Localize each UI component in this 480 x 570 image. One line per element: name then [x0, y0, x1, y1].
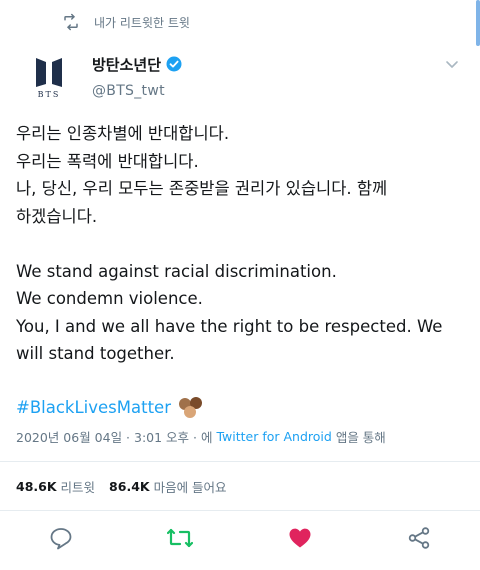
tweet-line: 우리는 인종차별에 반대합니다.	[16, 124, 230, 143]
chevron-down-icon[interactable]	[444, 56, 460, 72]
tweet-line: 우리는 폭력에 반대합니다.	[16, 151, 199, 171]
tweet-line: We stand against racial discrimination.	[16, 261, 337, 281]
divider	[0, 510, 480, 511]
tweet-author: BTS 방탄소년단 @BTS_twt	[20, 48, 460, 108]
scroll-indicator[interactable]	[476, 0, 480, 46]
tweet-text: 우리는 인종차별에 반대합니다. 우리는 폭력에 반대합니다. 나, 당신, 우…	[16, 120, 468, 368]
divider	[0, 461, 480, 462]
retweet-header: 내가 리트윗한 트윗	[62, 12, 190, 32]
author-names: 방탄소년단 @BTS_twt	[92, 54, 182, 99]
like-count[interactable]: 86.4K	[109, 479, 150, 494]
like-count-label[interactable]: 마음에 들어요	[154, 477, 227, 496]
bts-logo-icon	[36, 57, 62, 87]
tweet-actions	[0, 520, 480, 556]
retweet-icon[interactable]	[166, 524, 194, 552]
share-icon[interactable]	[405, 524, 433, 552]
tweet-source-suffix: 앱을 통해	[335, 429, 386, 445]
author-handle[interactable]: @BTS_twt	[92, 83, 182, 99]
avatar-logo-text: BTS	[37, 89, 61, 99]
verified-badge-icon	[166, 56, 182, 72]
reply-icon[interactable]	[47, 524, 75, 552]
tweet-line: 나, 당신, 우리 모두는 존중받을 권리가 있습니다. 함께	[16, 179, 388, 198]
avatar[interactable]: BTS	[20, 48, 78, 106]
retweet-count-label[interactable]: 리트윗	[61, 477, 96, 496]
author-display-name[interactable]: 방탄소년단	[92, 54, 182, 74]
tweet-line: will stand together.	[16, 344, 175, 363]
tweet-meta: 2020년 06월 04일 · 3:01 오후 · 에 Twitter for …	[16, 427, 386, 445]
retweet-header-label: 내가 리트윗한 트윗	[94, 15, 190, 30]
tweet-stats: 48.6K 리트윗 86.4K 마음에 들어요	[16, 476, 227, 496]
tweet-line: We condemn violence.	[16, 289, 203, 308]
tweet-line: 하겠습니다.	[16, 206, 98, 226]
tweet-line: You, I and we all have the right to be r…	[16, 316, 443, 336]
heart-icon[interactable]	[286, 524, 314, 552]
retweet-icon	[62, 13, 80, 31]
raised-fists-emoji-icon	[177, 395, 205, 419]
retweet-count[interactable]: 48.6K	[16, 479, 57, 494]
hashtag-line: #BlackLivesMatter	[16, 393, 205, 421]
display-name-text: 방탄소년단	[92, 55, 162, 74]
hashtag-link[interactable]: #BlackLivesMatter	[16, 398, 171, 417]
tweet-timestamp: 2020년 06월 04일 · 3:01 오후 · 에	[16, 429, 213, 445]
tweet-source-link[interactable]: Twitter for Android	[216, 429, 331, 444]
